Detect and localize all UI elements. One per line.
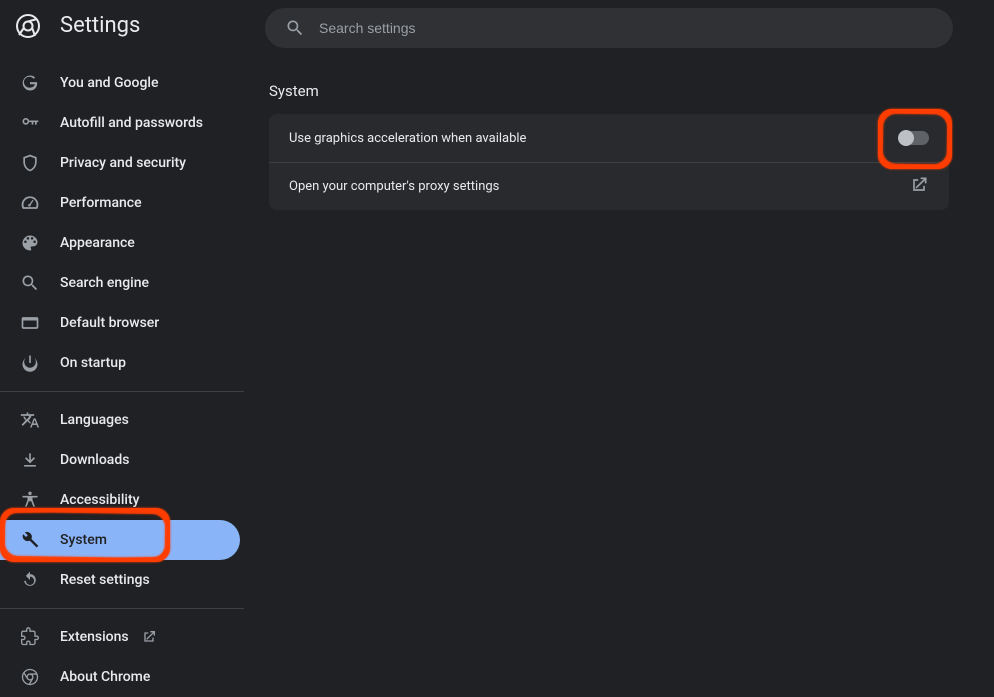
nav-label: You and Google: [60, 75, 158, 91]
row-label: Use graphics acceleration when available: [289, 131, 526, 146]
nav-label: About Chrome: [60, 669, 150, 685]
sidebar-item-languages[interactable]: Languages: [0, 400, 244, 440]
nav-label: Performance: [60, 195, 142, 211]
search-bar[interactable]: [265, 8, 953, 48]
nav-label: Appearance: [60, 235, 135, 251]
nav-divider: [0, 391, 244, 392]
reset-icon: [20, 570, 40, 590]
search-icon: [20, 273, 40, 293]
chrome-icon: [20, 667, 40, 687]
nav-label: System: [60, 532, 107, 548]
content: System Use graphics acceleration when av…: [269, 82, 949, 210]
row-gpu-acceleration: Use graphics acceleration when available: [269, 114, 949, 162]
sidebar-item-you-and-google[interactable]: You and Google: [0, 63, 244, 103]
sidebar-item-reset[interactable]: Reset settings: [0, 560, 244, 600]
settings-card: Use graphics acceleration when available…: [269, 114, 949, 210]
chrome-logo-icon: [16, 14, 40, 38]
row-label: Open your computer's proxy settings: [289, 179, 499, 194]
sidebar-item-accessibility[interactable]: Accessibility: [0, 480, 244, 520]
browser-icon: [20, 313, 40, 333]
sidebar-item-autofill[interactable]: Autofill and passwords: [0, 103, 244, 143]
sidebar-item-default-browser[interactable]: Default browser: [0, 303, 244, 343]
main-area: System Use graphics acceleration when av…: [244, 0, 994, 697]
nav-label: Reset settings: [60, 572, 150, 588]
search-input[interactable]: [319, 20, 933, 36]
sidebar-header: Settings: [0, 0, 244, 51]
search-icon: [285, 18, 305, 38]
accessibility-icon: [20, 490, 40, 510]
nav-label: On startup: [60, 355, 126, 371]
download-icon: [20, 450, 40, 470]
nav-label: Autofill and passwords: [60, 115, 203, 131]
gpu-toggle[interactable]: [899, 131, 929, 145]
nav-label: Default browser: [60, 315, 159, 331]
sidebar-item-about[interactable]: About Chrome: [0, 657, 244, 697]
nav-label: Privacy and security: [60, 155, 186, 171]
nav-label: Languages: [60, 412, 129, 428]
nav-label: Downloads: [60, 452, 129, 468]
sidebar-nav: You and Google Autofill and passwords Pr…: [0, 51, 244, 697]
sidebar-item-downloads[interactable]: Downloads: [0, 440, 244, 480]
shield-icon: [20, 153, 40, 173]
power-icon: [20, 353, 40, 373]
sidebar-item-extensions[interactable]: Extensions: [0, 617, 244, 657]
sidebar: Settings You and Google Autofill and pas…: [0, 0, 244, 697]
sidebar-item-search-engine[interactable]: Search engine: [0, 263, 244, 303]
toggle-knob: [898, 130, 914, 146]
translate-icon: [20, 410, 40, 430]
row-proxy-settings[interactable]: Open your computer's proxy settings: [269, 162, 949, 210]
nav-divider: [0, 608, 244, 609]
section-title: System: [269, 82, 949, 100]
open-external-icon: [909, 175, 929, 199]
sidebar-item-on-startup[interactable]: On startup: [0, 343, 244, 383]
sidebar-item-system[interactable]: System: [0, 520, 240, 560]
extension-icon: [20, 627, 40, 647]
google-icon: [20, 73, 40, 93]
nav-label: Accessibility: [60, 492, 139, 508]
palette-icon: [20, 233, 40, 253]
sidebar-item-appearance[interactable]: Appearance: [0, 223, 244, 263]
page-title: Settings: [60, 13, 140, 38]
nav-label: Extensions: [60, 629, 129, 645]
sidebar-item-performance[interactable]: Performance: [0, 183, 244, 223]
key-icon: [20, 113, 40, 133]
speed-icon: [20, 193, 40, 213]
sidebar-item-privacy[interactable]: Privacy and security: [0, 143, 244, 183]
external-link-icon: [141, 629, 157, 645]
wrench-icon: [20, 530, 40, 550]
nav-label: Search engine: [60, 275, 149, 291]
